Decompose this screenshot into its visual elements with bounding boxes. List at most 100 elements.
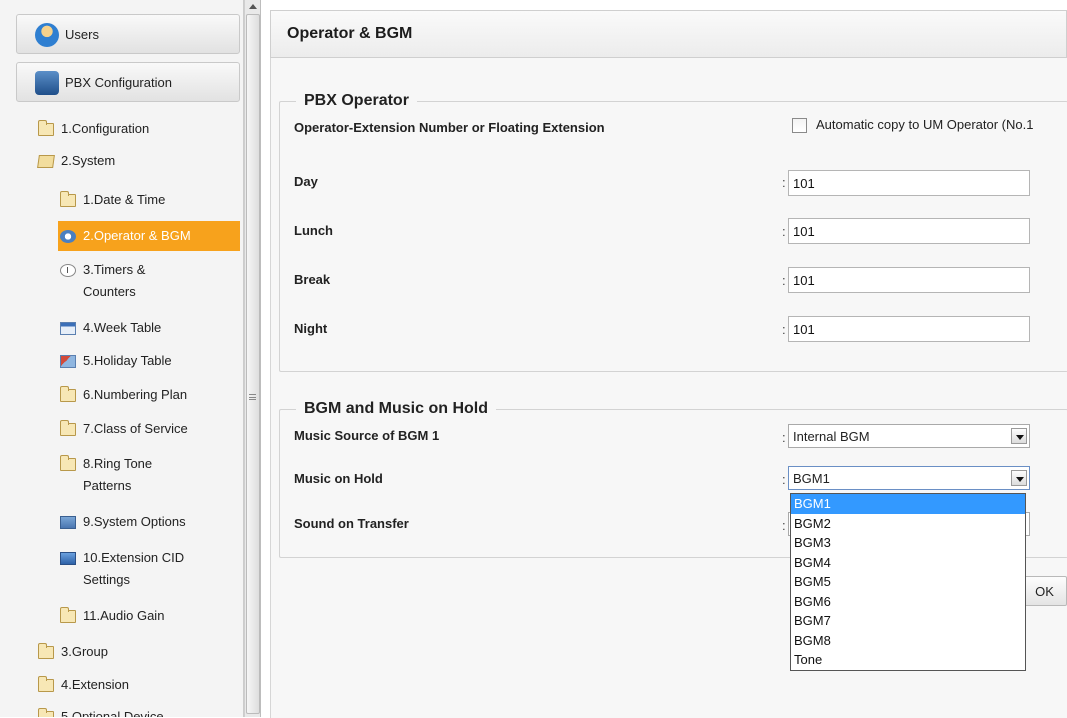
sidebar-item-extension-cid[interactable]: 10.Extension CID Settings xyxy=(60,547,184,591)
sidebar-item-label: Patterns xyxy=(83,478,132,493)
pbx-configuration-button[interactable]: PBX Configuration xyxy=(16,62,240,102)
sidebar-item-group[interactable]: 3.Group xyxy=(38,641,108,663)
scrollbar-thumb[interactable] xyxy=(246,14,260,714)
users-label: Users xyxy=(65,26,99,42)
dropdown-option[interactable]: BGM7 xyxy=(791,611,1025,631)
folder-icon xyxy=(38,643,54,659)
colon: : xyxy=(782,322,786,337)
sidebar-item-week-table[interactable]: 4.Week Table xyxy=(60,317,161,339)
colon: : xyxy=(782,518,786,533)
sidebar-item-label: 11.Audio Gain xyxy=(83,608,165,623)
sidebar-item-label: 3.Timers & xyxy=(83,262,146,277)
sidebar-item-label: 7.Class of Service xyxy=(83,421,188,436)
sidebar-item-date-time[interactable]: 1.Date & Time xyxy=(60,189,165,211)
sidebar-item-label: 2.System xyxy=(61,153,116,168)
sidebar-item-label: 8.Ring Tone xyxy=(83,456,153,471)
colon: : xyxy=(782,175,786,190)
sidebar-item-class-of-service[interactable]: 7.Class of Service xyxy=(60,418,188,440)
sidebar-item-audio-gain[interactable]: 11.Audio Gain xyxy=(60,605,164,627)
night-field[interactable] xyxy=(788,316,1030,342)
ok-button[interactable]: OK xyxy=(1022,576,1067,606)
sidebar: Users PBX Configuration 1.Configuration … xyxy=(0,0,244,717)
ok-label: OK xyxy=(1035,583,1054,599)
dropdown-option[interactable]: BGM5 xyxy=(791,572,1025,592)
scrollbar-grip-icon xyxy=(249,394,256,400)
dropdown-option[interactable]: BGM6 xyxy=(791,592,1025,612)
sidebar-item-label: 10.Extension CID xyxy=(83,550,185,565)
colon: : xyxy=(782,273,786,288)
options-icon xyxy=(60,516,76,529)
sidebar-item-holiday-table[interactable]: 5.Holiday Table xyxy=(60,350,172,372)
auto-copy-label: Automatic copy to UM Operator (No.1 xyxy=(816,117,1034,132)
dropdown-option[interactable]: BGM8 xyxy=(791,631,1025,651)
lunch-field[interactable] xyxy=(788,218,1030,244)
open-folder-icon xyxy=(37,155,55,168)
chevron-down-icon[interactable] xyxy=(1011,470,1027,486)
dropdown-option[interactable]: BGM4 xyxy=(791,553,1025,573)
phone-icon xyxy=(60,552,76,565)
auto-copy-checkbox[interactable] xyxy=(792,118,807,133)
operator-number-label: Operator-Extension Number or Floating Ex… xyxy=(294,120,605,135)
sidebar-item-configuration[interactable]: 1.Configuration xyxy=(38,118,149,140)
sidebar-item-label: 6.Numbering Plan xyxy=(83,387,188,402)
page-title: Operator & BGM xyxy=(287,25,413,42)
sidebar-item-numbering-plan[interactable]: 6.Numbering Plan xyxy=(60,384,187,406)
folder-icon xyxy=(60,607,76,623)
sidebar-item-label: 2.Operator & BGM xyxy=(83,228,191,243)
music-on-hold-label: Music on Hold xyxy=(294,471,383,486)
sidebar-item-system-options[interactable]: 9.System Options xyxy=(60,511,186,533)
dropdown-option[interactable]: BGM1 xyxy=(791,494,1025,514)
sidebar-item-system[interactable]: 2.System xyxy=(37,150,116,172)
sidebar-item-label: 5.Optional Device xyxy=(61,709,164,717)
sidebar-item-operator-bgm[interactable]: 2.Operator & BGM xyxy=(58,221,240,251)
break-label: Break xyxy=(294,272,331,287)
music-source-select[interactable]: Internal BGM xyxy=(788,424,1030,448)
users-button[interactable]: Users xyxy=(16,14,240,54)
folder-icon xyxy=(38,120,54,136)
calendar-icon xyxy=(60,355,76,368)
day-field[interactable] xyxy=(788,170,1030,196)
pbx-configuration-label: PBX Configuration xyxy=(65,74,172,90)
sidebar-item-label: 9.System Options xyxy=(83,514,186,529)
music-source-label: Music Source of BGM 1 xyxy=(294,428,440,443)
sidebar-item-label: 5.Holiday Table xyxy=(83,353,172,368)
pbx-configuration-icon xyxy=(35,71,59,95)
colon: : xyxy=(782,224,786,239)
folder-icon xyxy=(60,455,76,471)
lunch-label: Lunch xyxy=(294,223,333,238)
dropdown-option[interactable]: BGM3 xyxy=(791,533,1025,553)
pbx-operator-legend: PBX Operator xyxy=(304,92,409,109)
sidebar-item-label-group: 8.Ring Tone Patterns xyxy=(83,453,152,497)
users-icon xyxy=(35,23,59,47)
break-field[interactable] xyxy=(788,267,1030,293)
night-label: Night xyxy=(294,321,328,336)
sidebar-item-ring-tone-patterns[interactable]: 8.Ring Tone Patterns xyxy=(60,453,152,497)
sidebar-item-label: 4.Week Table xyxy=(83,320,162,335)
music-on-hold-dropdown-list[interactable]: BGM1 BGM2 BGM3 BGM4 BGM5 BGM6 BGM7 BGM8 … xyxy=(790,493,1026,671)
sidebar-item-extension[interactable]: 4.Extension xyxy=(38,674,129,696)
music-on-hold-value: BGM1 xyxy=(793,470,830,486)
sidebar-item-label: 4.Extension xyxy=(61,677,129,692)
music-on-hold-select[interactable]: BGM1 xyxy=(788,466,1030,490)
table-icon xyxy=(60,322,76,335)
sidebar-item-optional-device[interactable]: 5.Optional Device xyxy=(38,706,164,717)
scroll-up-icon[interactable] xyxy=(249,4,257,9)
sidebar-scrollbar[interactable] xyxy=(244,0,261,717)
folder-icon xyxy=(60,420,76,436)
folder-icon xyxy=(38,708,54,717)
sidebar-item-label: 1.Configuration xyxy=(61,121,150,136)
music-source-value: Internal BGM xyxy=(793,428,870,444)
sidebar-item-label: Settings xyxy=(83,572,130,587)
colon: : xyxy=(782,430,786,445)
folder-icon xyxy=(38,676,54,692)
chevron-down-icon[interactable] xyxy=(1011,428,1027,444)
sidebar-item-label-group: 10.Extension CID Settings xyxy=(83,547,184,591)
sidebar-item-timers-counters[interactable]: 3.Timers & Counters xyxy=(60,259,145,303)
folder-icon xyxy=(60,191,76,207)
dropdown-option[interactable]: Tone xyxy=(791,650,1025,670)
colon: : xyxy=(782,472,786,487)
dropdown-option[interactable]: BGM2 xyxy=(791,514,1025,534)
sound-on-transfer-label: Sound on Transfer xyxy=(294,516,409,531)
sidebar-item-label: Counters xyxy=(83,284,136,299)
sidebar-item-label-group: 3.Timers & Counters xyxy=(83,259,145,303)
